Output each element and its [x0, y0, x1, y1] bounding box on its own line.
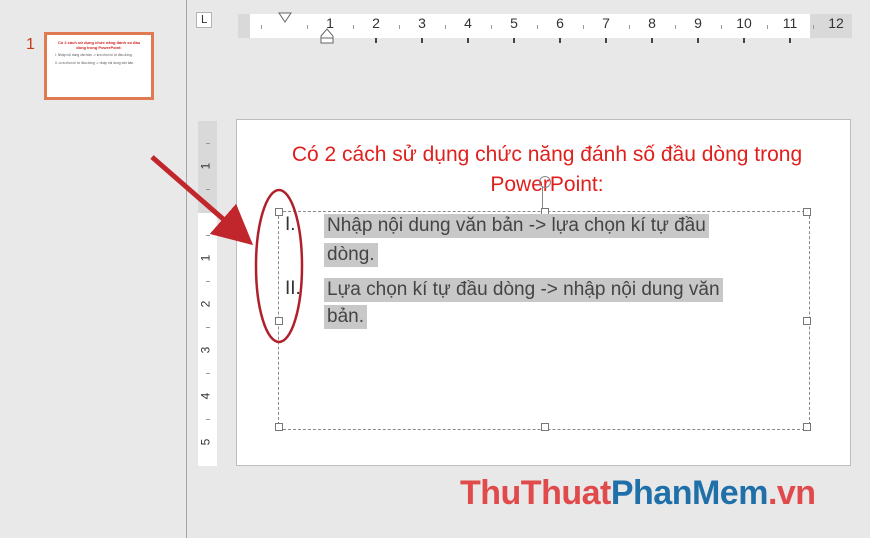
- watermark-part-2: PhanMem: [610, 474, 769, 512]
- resize-handle-top-left[interactable]: [275, 208, 283, 216]
- list-item-2-line-2[interactable]: bản.: [324, 305, 367, 329]
- thumbnail-title: Có 2 cách sử dụng chức năng đánh số đầu …: [57, 40, 141, 50]
- rotate-handle[interactable]: [539, 176, 551, 188]
- resize-handle-bottom[interactable]: [541, 423, 549, 431]
- rotate-connector: [542, 186, 543, 208]
- resize-handle-left[interactable]: [275, 317, 283, 325]
- slide-thumbnail[interactable]: Có 2 cách sử dụng chức năng đánh số đầu …: [44, 32, 154, 100]
- watermark-part-1: ThuThuat: [460, 474, 611, 512]
- tab-selector[interactable]: L: [196, 12, 212, 28]
- tab-stop-row: [238, 14, 852, 44]
- ruler-number: 4: [198, 392, 213, 400]
- list-item-2-line-1[interactable]: Lựa chọn kí tự đầu dòng -> nhập nội dung…: [324, 278, 723, 302]
- pane-divider[interactable]: [186, 0, 187, 538]
- ruler-number: 1: [198, 254, 213, 262]
- ruler-number: 3: [198, 346, 213, 354]
- resize-handle-bottom-right[interactable]: [803, 423, 811, 431]
- ruler-number: 2: [198, 300, 213, 308]
- slide-title[interactable]: Có 2 cách sử dụng chức năng đánh số đầu …: [277, 140, 817, 200]
- resize-handle-right[interactable]: [803, 317, 811, 325]
- watermark-logo: ThuThuatPhanMem.vn: [460, 474, 816, 513]
- vertical-ruler[interactable]: 1 1 2 3 4 5: [198, 121, 217, 466]
- list-item-1-line-2[interactable]: dòng.: [324, 243, 378, 267]
- list-item-1-line-1[interactable]: Nhập nội dung văn bản -> lựa chọn kí tự …: [324, 214, 709, 238]
- watermark-part-3: .vn: [767, 474, 816, 512]
- list-bullet-2: II.: [285, 278, 301, 299]
- thumbnail-line-1: I. Nhập nội dung văn bản -> lựa chọn kí …: [55, 53, 133, 57]
- ruler-number: 5: [198, 438, 213, 446]
- resize-handle-bottom-left[interactable]: [275, 423, 283, 431]
- thumbnail-line-2: II. Lựa chọn kí tự đầu dòng -> nhập nội …: [55, 61, 135, 65]
- ruler-number: 1: [198, 162, 213, 170]
- list-bullet-1: I.: [285, 214, 296, 235]
- resize-handle-top-right[interactable]: [803, 208, 811, 216]
- slide-number: 1: [26, 36, 35, 53]
